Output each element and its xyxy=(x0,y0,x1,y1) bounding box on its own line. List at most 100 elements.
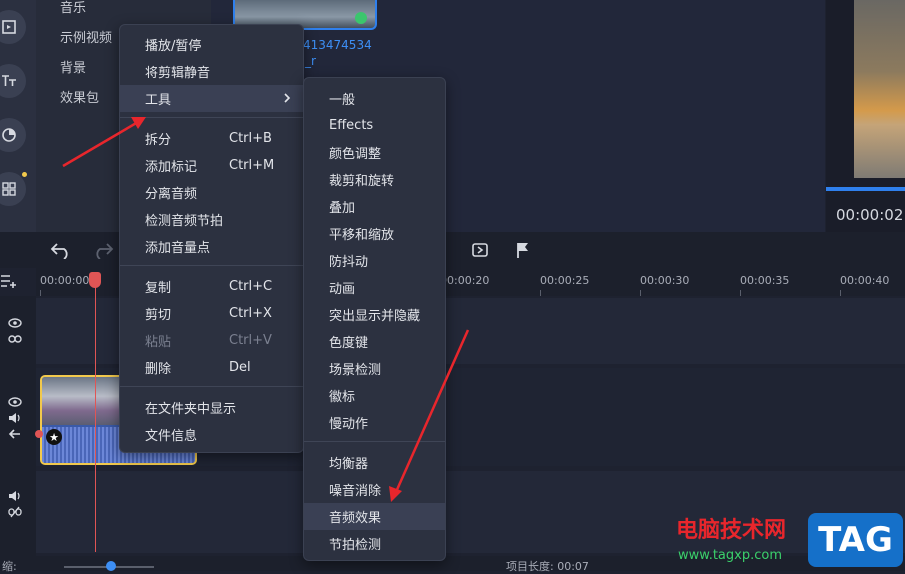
submenu-general[interactable]: 一般 xyxy=(304,85,445,112)
submenu-item-label: 突出显示并隐藏 xyxy=(329,309,421,324)
menu-play-pause[interactable]: 播放/暂停 xyxy=(120,31,303,58)
menu-detect-beats[interactable]: 检测音频节拍 xyxy=(120,206,303,233)
preview-progress[interactable] xyxy=(826,187,905,191)
menu-mute-clip[interactable]: 将剪辑静音 xyxy=(120,58,303,85)
submenu-equalizer[interactable]: 均衡器 xyxy=(304,449,445,476)
titles-icon[interactable] xyxy=(0,64,26,98)
ruler-label: 00:00:35 xyxy=(740,274,790,287)
submenu-slow-motion[interactable]: 慢动作 xyxy=(304,409,445,436)
menu-separator xyxy=(120,265,303,266)
menu-shortcut: Ctrl+B xyxy=(229,131,272,146)
clip-handle[interactable] xyxy=(35,430,43,438)
grid-icon[interactable] xyxy=(0,172,26,206)
menu-detach-audio[interactable]: 分离音频 xyxy=(120,179,303,206)
submenu-pan-zoom[interactable]: 平移和缩放 xyxy=(304,220,445,247)
menu-cut[interactable]: 剪切 Ctrl+X xyxy=(120,300,303,327)
menu-item-label: 删除 xyxy=(145,362,172,377)
menu-item-label: 在文件夹中显示 xyxy=(145,402,237,417)
submenu-crop-rotate[interactable]: 裁剪和旋转 xyxy=(304,166,445,193)
category-sample-video[interactable]: 示例视频 xyxy=(60,27,112,46)
menu-item-label: 文件信息 xyxy=(145,429,198,444)
undo-icon[interactable] xyxy=(50,241,72,259)
zoom-label: 缩: xyxy=(2,560,17,573)
submenu-stabilization[interactable]: 防抖动 xyxy=(304,247,445,274)
submenu-item-label: 场景检测 xyxy=(329,363,382,378)
submenu-noise-removal[interactable]: 噪音消除 xyxy=(304,476,445,503)
transition-icon[interactable] xyxy=(471,242,489,258)
redo-icon[interactable] xyxy=(92,241,114,259)
menu-add-volume-point[interactable]: 添加音量点 xyxy=(120,233,303,260)
playhead-line[interactable] xyxy=(95,272,96,552)
submenu-item-label: 一般 xyxy=(329,93,356,108)
menu-split[interactable]: 拆分 Ctrl+B xyxy=(120,125,303,152)
submenu-logo[interactable]: 徽标 xyxy=(304,382,445,409)
submenu-chroma-key[interactable]: 色度键 xyxy=(304,328,445,355)
menu-item-label: 分离音频 xyxy=(145,187,198,202)
notification-dot xyxy=(22,172,27,177)
ruler-tick xyxy=(540,290,541,296)
menu-shortcut: Ctrl+V xyxy=(229,333,272,348)
menu-shortcut: Ctrl+X xyxy=(229,306,272,321)
link-icon[interactable] xyxy=(8,334,22,344)
watermark-url: www.tagxp.com xyxy=(678,548,782,563)
submenu-item-label: 均衡器 xyxy=(329,457,369,472)
menu-item-label: 添加标记 xyxy=(145,160,198,175)
unlink-icon[interactable] xyxy=(8,506,22,518)
speaker-icon[interactable] xyxy=(8,412,22,424)
eye-icon[interactable] xyxy=(8,318,22,328)
submenu-item-label: Effects xyxy=(329,118,374,133)
submenu-scene-detection[interactable]: 场景检测 xyxy=(304,355,445,382)
ruler-tick xyxy=(740,290,741,296)
menu-file-info[interactable]: 文件信息 xyxy=(120,421,303,448)
category-music[interactable]: 音乐 xyxy=(60,0,86,16)
star-icon[interactable]: ★ xyxy=(46,429,62,445)
submenu-item-label: 动画 xyxy=(329,282,356,297)
menu-show-in-folder[interactable]: 在文件夹中显示 xyxy=(120,394,303,421)
submenu-overlay[interactable]: 叠加 xyxy=(304,193,445,220)
menu-shortcut: Ctrl+C xyxy=(229,279,273,294)
arrow-left-icon[interactable] xyxy=(8,429,22,439)
submenu-item-label: 颜色调整 xyxy=(329,147,382,162)
category-effect-pack[interactable]: 效果包 xyxy=(60,87,99,106)
flag-icon[interactable] xyxy=(515,241,531,259)
menu-separator xyxy=(304,441,445,442)
menu-add-marker[interactable]: 添加标记 Ctrl+M xyxy=(120,152,303,179)
ruler-tick xyxy=(640,290,641,296)
submenu-item-label: 噪音消除 xyxy=(329,484,382,499)
media-file-name-suffix: _r xyxy=(305,54,316,68)
menu-item-label: 检测音频节拍 xyxy=(145,214,224,229)
menu-item-label: 将剪辑静音 xyxy=(145,66,211,81)
submenu-effects[interactable]: Effects xyxy=(304,112,445,139)
submenu-item-label: 防抖动 xyxy=(329,255,369,270)
menu-item-label: 添加音量点 xyxy=(145,241,211,256)
eye-icon[interactable] xyxy=(8,397,22,407)
playhead-handle[interactable] xyxy=(89,272,101,288)
submenu-animation[interactable]: 动画 xyxy=(304,274,445,301)
category-background[interactable]: 背景 xyxy=(60,57,86,76)
menu-paste: 粘贴 Ctrl+V xyxy=(120,327,303,354)
menu-shortcut: Del xyxy=(229,360,251,375)
speaker-icon[interactable] xyxy=(8,490,22,502)
menu-copy[interactable]: 复制 Ctrl+C xyxy=(120,273,303,300)
submenu-highlight-hide[interactable]: 突出显示并隐藏 xyxy=(304,301,445,328)
submenu-item-label: 音频效果 xyxy=(329,511,382,526)
preview-frame xyxy=(854,0,905,178)
ruler-label: 00:00:20 xyxy=(440,274,490,287)
menu-separator xyxy=(120,386,303,387)
menu-item-label: 粘贴 xyxy=(145,335,172,350)
tools-submenu: 一般 Effects 颜色调整 裁剪和旋转 叠加 平移和缩放 防抖动 动画 突出… xyxy=(303,77,446,561)
submenu-item-label: 色度键 xyxy=(329,336,369,351)
sticker-icon[interactable] xyxy=(0,118,26,152)
menu-tools[interactable]: 工具 xyxy=(120,85,303,112)
left-tool-rail xyxy=(0,0,36,232)
film-icon[interactable] xyxy=(0,10,26,44)
submenu-item-label: 节拍检测 xyxy=(329,538,382,553)
track-headers xyxy=(0,296,36,556)
menu-delete[interactable]: 删除 Del xyxy=(120,354,303,381)
submenu-audio-effects[interactable]: 音频效果 xyxy=(304,503,445,530)
zoom-slider-knob[interactable] xyxy=(106,561,116,571)
submenu-color-adjust[interactable]: 颜色调整 xyxy=(304,139,445,166)
menu-item-label: 播放/暂停 xyxy=(145,39,202,54)
submenu-beat-detection[interactable]: 节拍检测 xyxy=(304,530,445,557)
add-track-icon[interactable] xyxy=(0,273,18,289)
